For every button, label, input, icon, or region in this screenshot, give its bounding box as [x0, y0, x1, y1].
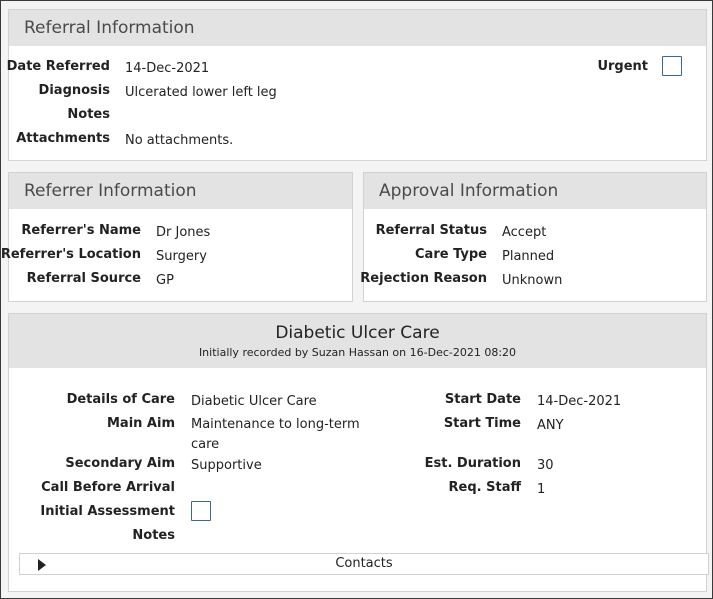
start-date-label: Start Date	[444, 392, 521, 407]
initial-assessment-label: Initial Assessment	[40, 504, 175, 519]
referral-information-header: Referral Information	[9, 10, 706, 46]
rejection-reason-label: Rejection Reason	[360, 271, 487, 286]
care-plan-panel: Diabetic Ulcer Care Initially recorded b…	[8, 313, 709, 592]
req-staff-value: 1	[537, 482, 546, 497]
date-referred-label: Date Referred	[6, 59, 110, 74]
referrers-location-label: Referrer's Location	[0, 247, 141, 262]
start-time-value: ANY	[537, 418, 564, 433]
urgent-label: Urgent	[597, 59, 648, 74]
initial-assessment-checkbox[interactable]	[191, 501, 211, 521]
req-staff-label: Req. Staff	[448, 480, 521, 495]
referral-status-value: Accept	[502, 225, 547, 240]
details-of-care-value: Diabetic Ulcer Care	[191, 394, 317, 409]
attachments-value: No attachments.	[125, 133, 234, 148]
referral-source-value: GP	[156, 273, 174, 288]
referrer-information-header: Referrer Information	[9, 173, 352, 209]
referrers-location-value: Surgery	[156, 249, 207, 264]
diagnosis-label: Diagnosis	[38, 83, 110, 98]
referrers-name-label: Referrer's Name	[21, 223, 141, 238]
main-aim-value: Maintenance to long-term care	[191, 417, 360, 452]
urgent-checkbox[interactable]	[662, 56, 682, 76]
referral-window: Referral Information Date Referred 14-De…	[0, 0, 713, 599]
care-plan-recorded-by: Initially recorded by Suzan Hassan on 16…	[198, 346, 517, 359]
start-time-label: Start Time	[443, 416, 521, 431]
referral-source-label: Referral Source	[26, 271, 141, 286]
contacts-label: Contacts	[335, 556, 393, 571]
referral-notes-label: Notes	[67, 107, 110, 122]
details-of-care-label: Details of Care	[66, 392, 175, 407]
referral-status-label: Referral Status	[375, 223, 487, 238]
est-duration-label: Est. Duration	[424, 456, 521, 471]
care-type-value: Planned	[502, 249, 555, 264]
care-plan-title: Diabetic Ulcer Care	[275, 323, 440, 343]
care-type-label: Care Type	[415, 247, 487, 262]
approval-information-panel: Approval Information Referral Status Acc…	[360, 172, 707, 302]
date-referred-value: 14-Dec-2021	[125, 61, 210, 76]
attachments-label: Attachments	[16, 131, 110, 146]
diagnosis-value: Ulcerated lower left leg	[125, 85, 277, 100]
call-before-arrival-label: Call Before Arrival	[41, 480, 175, 495]
secondary-aim-label: Secondary Aim	[65, 456, 175, 471]
care-plan-header: Diabetic Ulcer Care Initially recorded b…	[9, 314, 706, 368]
start-date-value: 14-Dec-2021	[537, 394, 622, 409]
referral-information-panel: Referral Information Date Referred 14-De…	[6, 9, 707, 161]
care-notes-label: Notes	[132, 528, 175, 543]
est-duration-value: 30	[537, 458, 554, 473]
approval-information-header: Approval Information	[364, 173, 706, 209]
rejection-reason-value: Unknown	[502, 273, 563, 288]
contacts-expander[interactable]: Contacts	[19, 553, 709, 575]
main-aim-label: Main Aim	[106, 416, 175, 431]
secondary-aim-value: Supportive	[191, 458, 262, 473]
referrer-information-panel: Referrer Information Referrer's Name Dr …	[1, 172, 353, 302]
referrers-name-value: Dr Jones	[156, 225, 211, 240]
